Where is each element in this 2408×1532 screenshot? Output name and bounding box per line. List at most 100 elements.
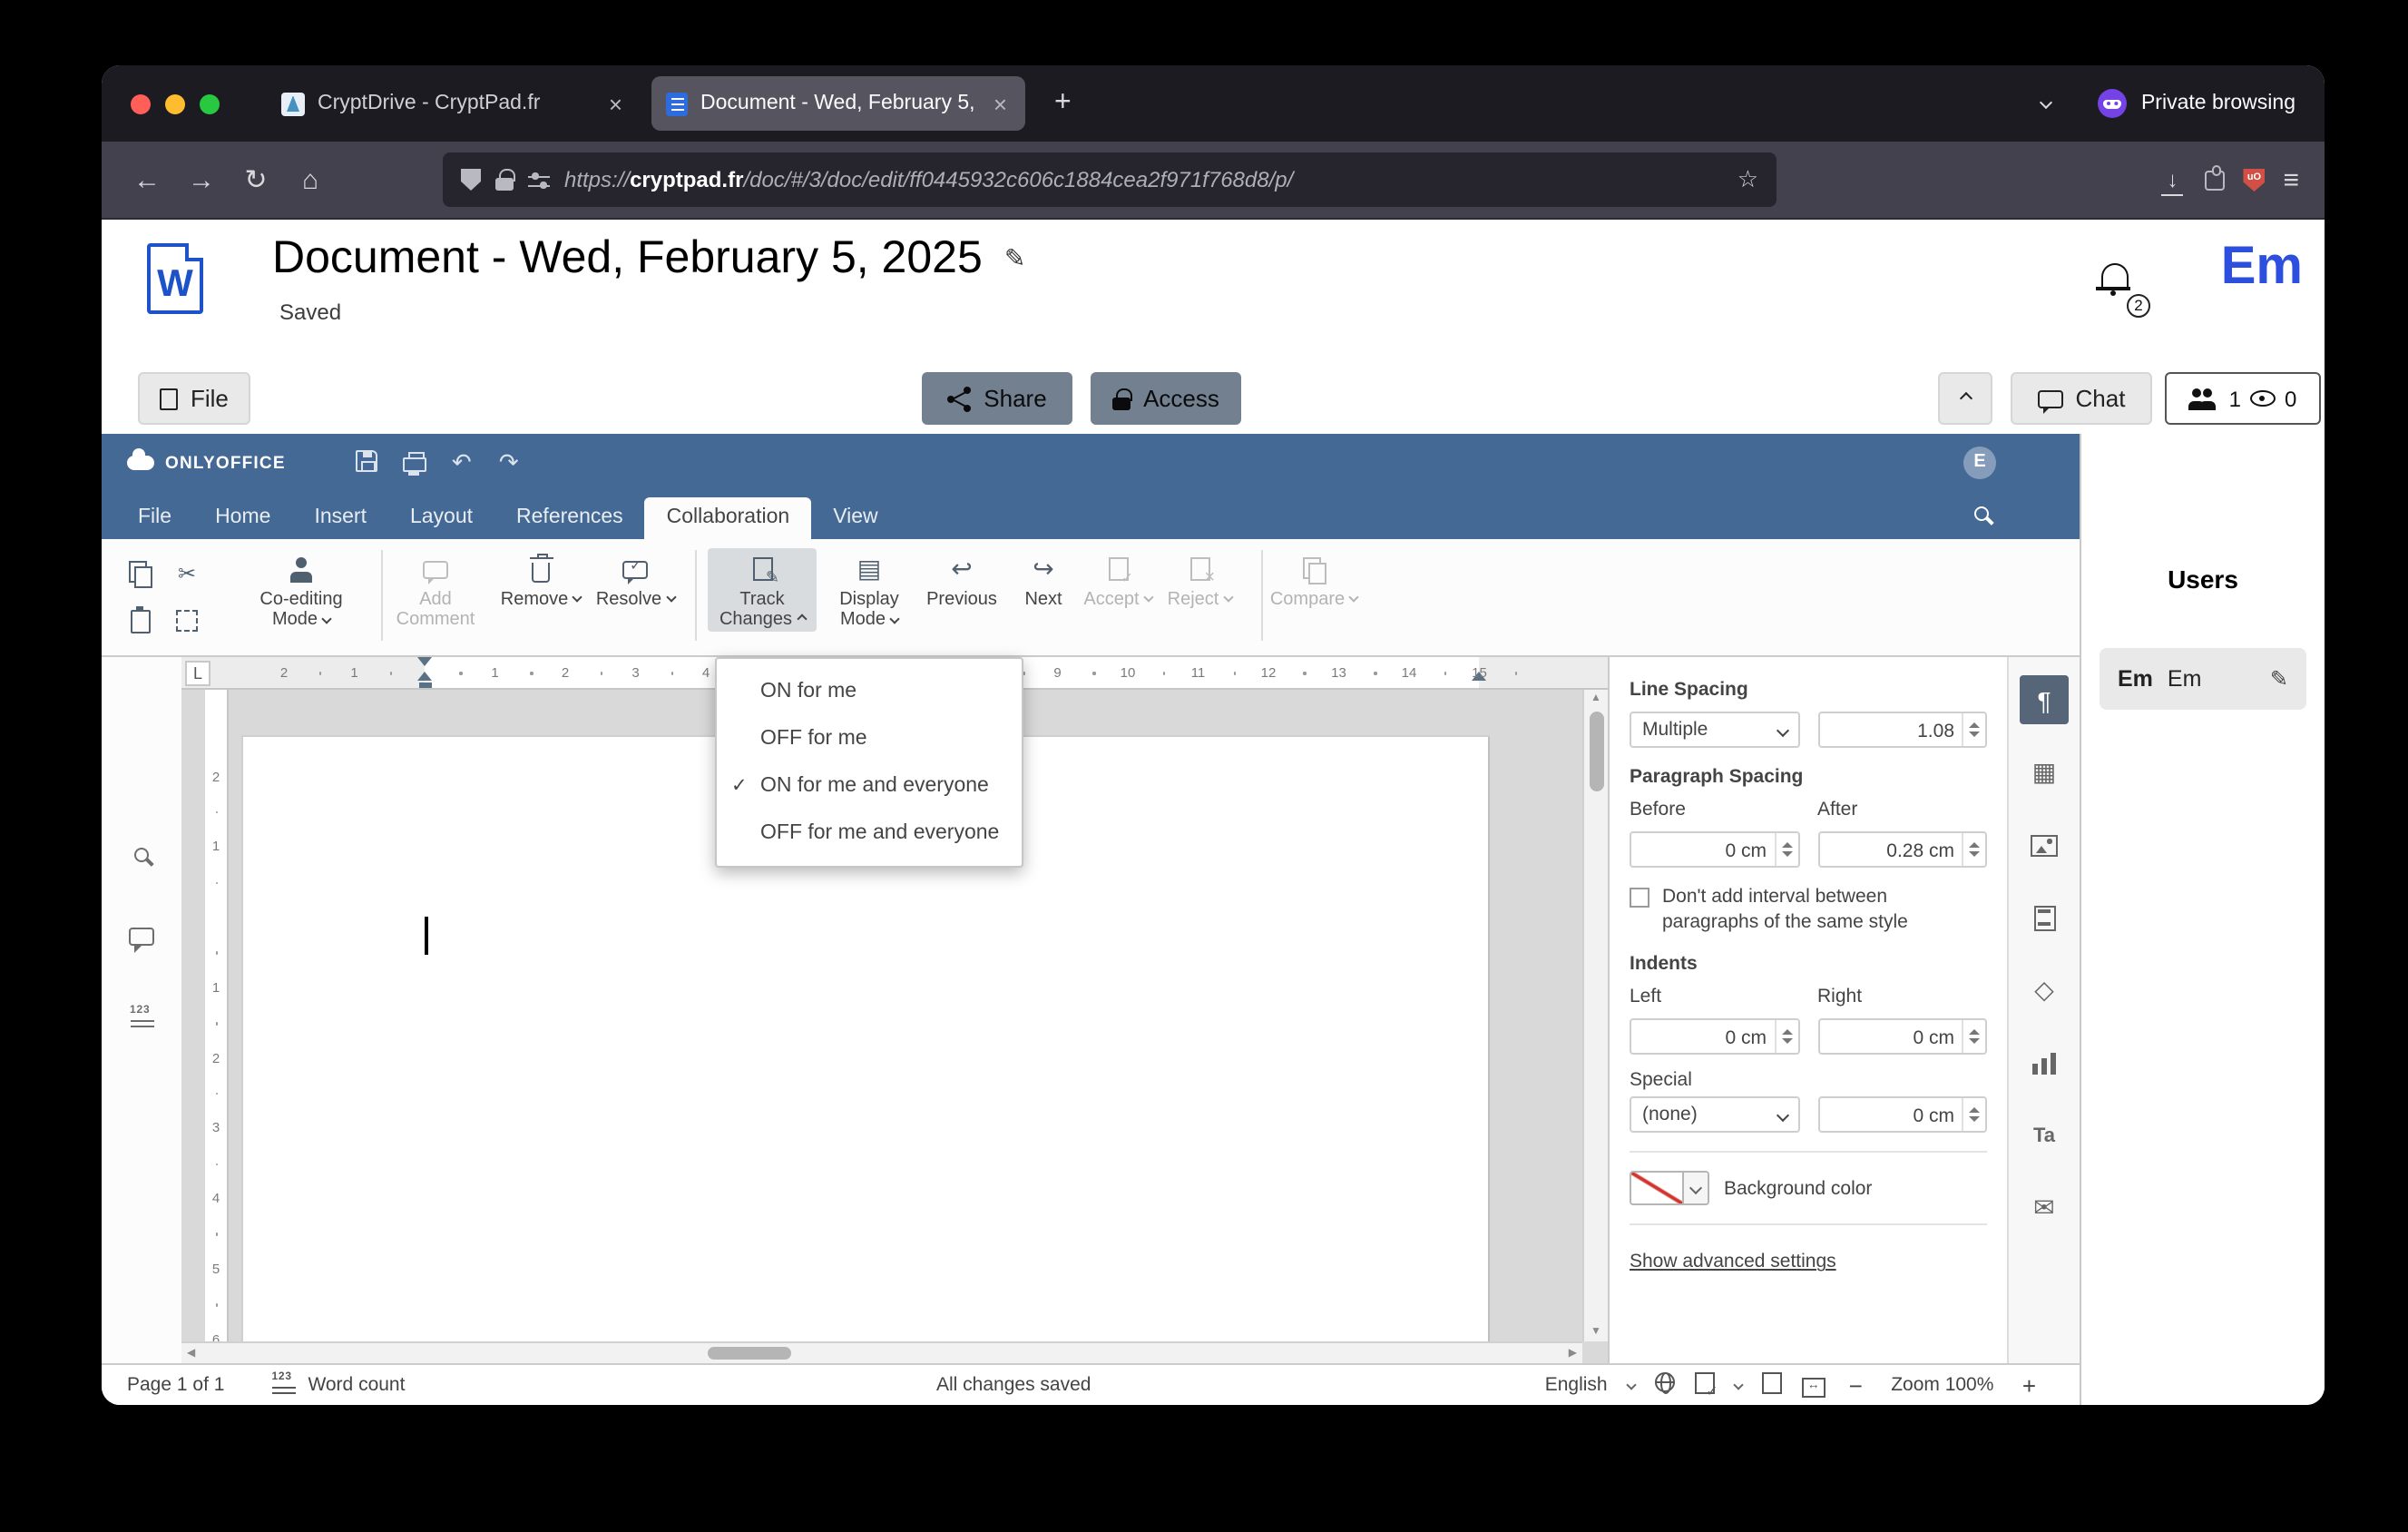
back-icon[interactable]: ← — [120, 164, 174, 195]
hanging-indent-marker[interactable] — [417, 664, 432, 681]
edit-title-icon[interactable]: ✎ — [1004, 243, 1025, 274]
maximize-window-button[interactable] — [200, 93, 220, 113]
downloads-icon[interactable]: ↓ — [2158, 167, 2187, 197]
spacing-before-spinner[interactable]: 0 cm — [1630, 831, 1799, 868]
presence-counter[interactable]: 1 0 — [2165, 372, 2321, 425]
find-icon[interactable] — [134, 839, 149, 871]
reload-icon[interactable]: ↻ — [229, 163, 283, 196]
menu-item-off-for-everyone[interactable]: OFF for me and everyone — [717, 810, 1022, 857]
headerfooter-settings-icon[interactable] — [2020, 893, 2069, 942]
track-changes-button[interactable]: Track Changes — [708, 548, 817, 632]
undo-button[interactable]: ↶ — [438, 448, 485, 477]
paragraph-settings-icon[interactable]: ¶ — [2020, 675, 2069, 724]
user-avatar[interactable]: Em — [2221, 238, 2303, 298]
tab-layout[interactable]: Layout — [388, 497, 494, 539]
reject-button[interactable]: Reject — [1145, 548, 1254, 611]
forward-icon[interactable]: → — [174, 164, 229, 195]
search-icon[interactable] — [1974, 497, 1989, 530]
background-color-picker[interactable] — [1630, 1171, 1709, 1206]
indent-left-spinner[interactable]: 0 cm — [1630, 1018, 1799, 1056]
document-title[interactable]: Document - Wed, February 5, 2025 — [272, 232, 983, 285]
copy-icon[interactable] — [120, 554, 160, 594]
navigation-headings-icon[interactable] — [130, 1006, 153, 1038]
menu-item-on-for-everyone[interactable]: ✓ ON for me and everyone — [717, 762, 1022, 810]
list-all-tabs-icon[interactable] — [2039, 87, 2053, 120]
close-tab-icon[interactable]: × — [605, 90, 626, 117]
tab-view[interactable]: View — [811, 497, 899, 539]
horizontal-scrollbar[interactable]: ◀ ▶ — [181, 1341, 1582, 1363]
horizontal-scroll-thumb[interactable] — [708, 1347, 791, 1360]
user-list-item[interactable]: Em Em ✎ — [2100, 648, 2306, 710]
line-spacing-spinner[interactable]: 1.08 — [1817, 712, 1987, 748]
ublock-icon[interactable]: uO — [2243, 168, 2266, 192]
language-selector[interactable]: English — [1545, 1374, 1608, 1396]
tab-stop-selector[interactable]: L — [185, 661, 210, 686]
coediting-mode-button[interactable]: Co-editing Mode — [247, 548, 356, 631]
compare-button[interactable]: Compare — [1259, 548, 1368, 611]
indent-right-spinner[interactable]: 0 cm — [1817, 1018, 1987, 1056]
scroll-left-icon[interactable]: ◀ — [181, 1347, 201, 1360]
scroll-up-icon[interactable]: ▲ — [1591, 693, 1601, 704]
spellcheck-icon[interactable] — [1694, 1371, 1718, 1399]
collapse-toolbar-button[interactable] — [1938, 372, 1992, 425]
special-indent-select[interactable]: (none) — [1630, 1096, 1799, 1134]
permissions-icon[interactable] — [528, 171, 550, 189]
url-text[interactable]: https://cryptpad.fr/doc/#/3/doc/edit/ff0… — [564, 167, 1723, 192]
minimize-window-button[interactable] — [165, 93, 185, 113]
textart-settings-icon[interactable]: Ta — [2020, 1111, 2069, 1160]
bookmark-star-icon[interactable]: ☆ — [1737, 165, 1758, 194]
fit-page-icon[interactable] — [1761, 1371, 1782, 1399]
select-all-icon[interactable] — [167, 601, 207, 641]
comments-icon[interactable] — [129, 922, 154, 955]
shape-settings-icon[interactable]: ◇ — [2020, 966, 2069, 1015]
share-button[interactable]: Share — [922, 372, 1072, 425]
tab-file[interactable]: File — [116, 497, 193, 539]
advanced-settings-link[interactable]: Show advanced settings — [1630, 1252, 1836, 1273]
scroll-down-icon[interactable]: ▼ — [1591, 1327, 1601, 1338]
home-icon[interactable]: ⌂ — [283, 164, 338, 195]
left-indent-marker[interactable] — [418, 682, 431, 687]
redo-button[interactable]: ↷ — [485, 448, 533, 477]
menu-item-off-for-me[interactable]: OFF for me — [717, 715, 1022, 762]
fit-width-icon[interactable]: ↔ — [1801, 1372, 1826, 1398]
resolve-button[interactable]: Resolve — [581, 548, 690, 611]
new-tab-button[interactable]: + — [1047, 87, 1079, 120]
tracking-protection-shield-icon[interactable] — [461, 169, 481, 191]
chart-settings-icon[interactable] — [2020, 1038, 2069, 1087]
special-indent-spinner[interactable]: 0 cm — [1817, 1096, 1987, 1134]
vertical-scroll-thumb[interactable] — [1589, 712, 1603, 791]
tab-references[interactable]: References — [494, 497, 645, 539]
tab-insert[interactable]: Insert — [292, 497, 388, 539]
editor-user-badge[interactable]: E — [1963, 447, 1996, 479]
remove-button[interactable]: Remove — [486, 548, 595, 611]
access-button[interactable]: Access — [1091, 372, 1241, 425]
zoom-out-button[interactable]: − — [1845, 1371, 1866, 1399]
vertical-scrollbar[interactable]: ▲ ▼ — [1582, 690, 1608, 1341]
connection-lock-icon[interactable] — [495, 169, 514, 191]
file-button[interactable]: File — [138, 372, 250, 425]
tab-collaboration[interactable]: Collaboration — [644, 497, 812, 539]
cut-icon[interactable]: ✂ — [167, 554, 207, 594]
extensions-icon[interactable] — [2205, 165, 2226, 190]
vertical-ruler[interactable]: 21123456 — [205, 690, 229, 1347]
edit-user-icon[interactable]: ✎ — [2270, 666, 2288, 692]
image-settings-icon[interactable] — [2020, 820, 2069, 869]
document-language-icon[interactable] — [1654, 1372, 1675, 1398]
zoom-in-button[interactable]: + — [2019, 1371, 2040, 1399]
add-comment-button[interactable]: Add Comment — [381, 548, 490, 631]
word-count-button[interactable]: Word count — [271, 1372, 405, 1396]
page-indicator[interactable]: Page 1 of 1 — [127, 1374, 224, 1396]
zoom-level[interactable]: Zoom 100% — [1886, 1374, 1999, 1396]
background-color-swatch[interactable] — [1631, 1173, 1682, 1204]
no-interval-checkbox[interactable] — [1630, 888, 1649, 908]
close-window-button[interactable] — [131, 93, 151, 113]
table-settings-icon[interactable]: ▦ — [2020, 748, 2069, 797]
spacing-after-spinner[interactable]: 0.28 cm — [1817, 831, 1987, 868]
paste-icon[interactable] — [120, 601, 160, 641]
scroll-right-icon[interactable]: ▶ — [1563, 1347, 1582, 1360]
chat-button[interactable]: Chat — [2011, 372, 2152, 425]
mailmerge-icon[interactable]: ✉ — [2020, 1183, 2069, 1232]
print-button[interactable] — [391, 449, 438, 476]
menu-item-on-for-me[interactable]: ON for me — [717, 668, 1022, 715]
close-tab-icon[interactable]: × — [990, 90, 1011, 117]
